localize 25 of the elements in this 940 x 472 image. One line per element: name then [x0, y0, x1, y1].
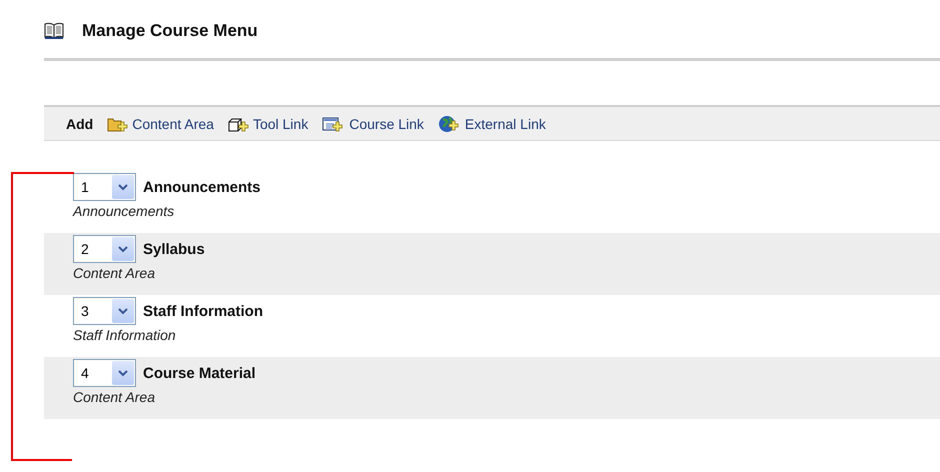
menu-item-title: Syllabus — [143, 240, 205, 258]
menu-item-title: Announcements — [143, 178, 261, 196]
position-select[interactable]: 1 — [73, 173, 136, 201]
add-label: Add — [66, 116, 94, 132]
book-icon — [44, 22, 64, 40]
position-select[interactable]: 3 — [73, 297, 136, 325]
position-select[interactable]: 4 — [73, 359, 136, 387]
folder-add-icon — [107, 116, 130, 132]
menu-item-type: Announcements — [73, 203, 176, 219]
chevron-down-icon — [118, 246, 128, 252]
box-add-icon — [228, 116, 250, 132]
add-link[interactable]: Content Area — [107, 116, 214, 132]
menu-item-title: Course Material — [143, 364, 256, 382]
chevron-down-icon — [118, 308, 128, 314]
add-link[interactable]: Course Link — [322, 116, 424, 132]
menu-item-title: Staff Information — [143, 302, 263, 320]
add-link[interactable]: Tool Link — [228, 116, 308, 132]
chevron-down-icon — [118, 370, 128, 376]
position-select[interactable]: 2 — [73, 235, 136, 263]
add-link[interactable]: External Link — [438, 114, 546, 132]
page-title: Manage Course Menu — [82, 21, 258, 41]
menu-item-type: Content Area — [73, 389, 156, 405]
chevron-down-icon — [118, 184, 128, 190]
menu-item-type: Content Area — [73, 265, 156, 281]
menu-item-type: Staff Information — [73, 327, 177, 343]
